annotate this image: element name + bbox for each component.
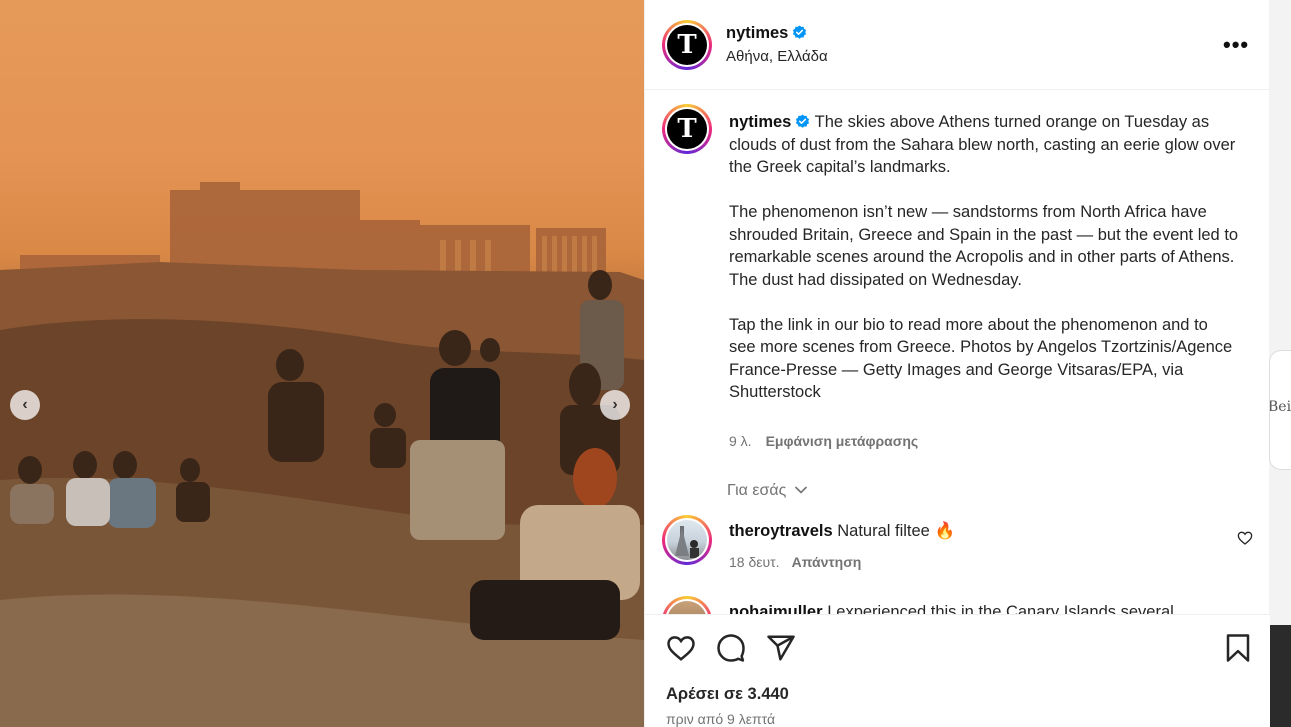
comments-scroll-area[interactable]: T nytimes The skies above Athens turned … <box>645 91 1270 614</box>
background-card: Bein <box>1269 350 1291 470</box>
reply-button[interactable]: Απάντηση <box>792 554 862 570</box>
bookmark-save-icon[interactable] <box>1223 633 1253 663</box>
caption-author-avatar[interactable]: T <box>662 104 712 154</box>
carousel-next-button[interactable]: › <box>600 390 630 420</box>
author-avatar[interactable]: T <box>662 20 712 70</box>
post-time-ago: πριν από 9 λεπτά <box>666 711 776 727</box>
post-location[interactable]: Αθήνα, Ελλάδα <box>726 48 828 65</box>
photo-illustration <box>0 182 644 727</box>
see-translation-button[interactable]: Εμφάνιση μετάφρασης <box>766 433 919 449</box>
carousel-prev-button[interactable]: ‹ <box>10 390 40 420</box>
chevron-left-icon: ‹ <box>22 396 28 413</box>
post-header: T nytimes Αθήνα, Ελλάδα ••• <box>645 0 1270 90</box>
verified-badge-icon <box>793 25 807 39</box>
comment-bubble-icon[interactable] <box>716 633 746 663</box>
nyt-logo-icon: T <box>667 109 707 149</box>
comment-2: nohaimuller I experienced this in the Ca… <box>729 603 1174 614</box>
nyt-logo-icon: T <box>667 25 707 65</box>
caption-age: 9 λ. <box>729 433 752 449</box>
more-horizontal-icon: ••• <box>1223 32 1250 57</box>
caption-paragraph-2: The phenomenon isn’t new — sandstorms fr… <box>729 203 1239 266</box>
caption-meta: 9 λ. Εμφάνιση μετάφρασης <box>729 433 918 449</box>
post-photo[interactable]: ‹ › <box>0 0 644 727</box>
likes-count[interactable]: Αρέσει σε 3.440 <box>666 685 789 704</box>
like-comment-heart-icon[interactable] <box>1237 530 1253 546</box>
caption-paragraph-4: Tap the link in our bio to read more abo… <box>729 315 1233 402</box>
share-send-icon[interactable] <box>766 633 796 663</box>
more-options-button[interactable]: ••• <box>1223 32 1249 58</box>
caption-paragraph-3: The dust had dissipated on Wednesday. <box>729 270 1022 289</box>
comments-filter-label: Για εσάς <box>727 482 787 499</box>
comment-body: I experienced this in the Canary Islands… <box>827 603 1174 614</box>
comment-body: Natural filtee 🔥 <box>837 522 955 540</box>
comment-1: theroytravels Natural filtee 🔥 <box>729 522 955 541</box>
post-details-panel: T nytimes Αθήνα, Ελλάδα ••• T nytimes Th… <box>644 0 1270 727</box>
like-heart-icon[interactable] <box>666 633 696 663</box>
comment-1-meta: 18 δευτ. Απάντηση <box>729 554 861 570</box>
author-username[interactable]: nytimes <box>726 24 788 42</box>
caption-username[interactable]: nytimes <box>729 113 791 131</box>
post-actions-bar: Αρέσει σε 3.440 πριν από 9 λεπτά <box>645 614 1270 727</box>
comments-filter-dropdown[interactable]: Για εσάς <box>727 482 808 500</box>
instagram-post-modal: Bein <box>0 0 1291 727</box>
chevron-down-icon <box>794 486 807 494</box>
comment-username[interactable]: theroytravels <box>729 522 833 540</box>
chevron-right-icon: › <box>612 396 618 413</box>
commenter-avatar[interactable] <box>662 515 712 565</box>
verified-badge-icon <box>796 114 810 128</box>
avatar-photo <box>667 601 707 614</box>
post-caption: nytimes The skies above Athens turned or… <box>729 111 1239 404</box>
comment-age: 18 δευτ. <box>729 554 780 570</box>
avatar-photo <box>667 520 707 560</box>
comment-username[interactable]: nohaimuller <box>729 603 823 614</box>
commenter-avatar[interactable] <box>662 596 712 614</box>
background-dark-block <box>1269 625 1291 727</box>
